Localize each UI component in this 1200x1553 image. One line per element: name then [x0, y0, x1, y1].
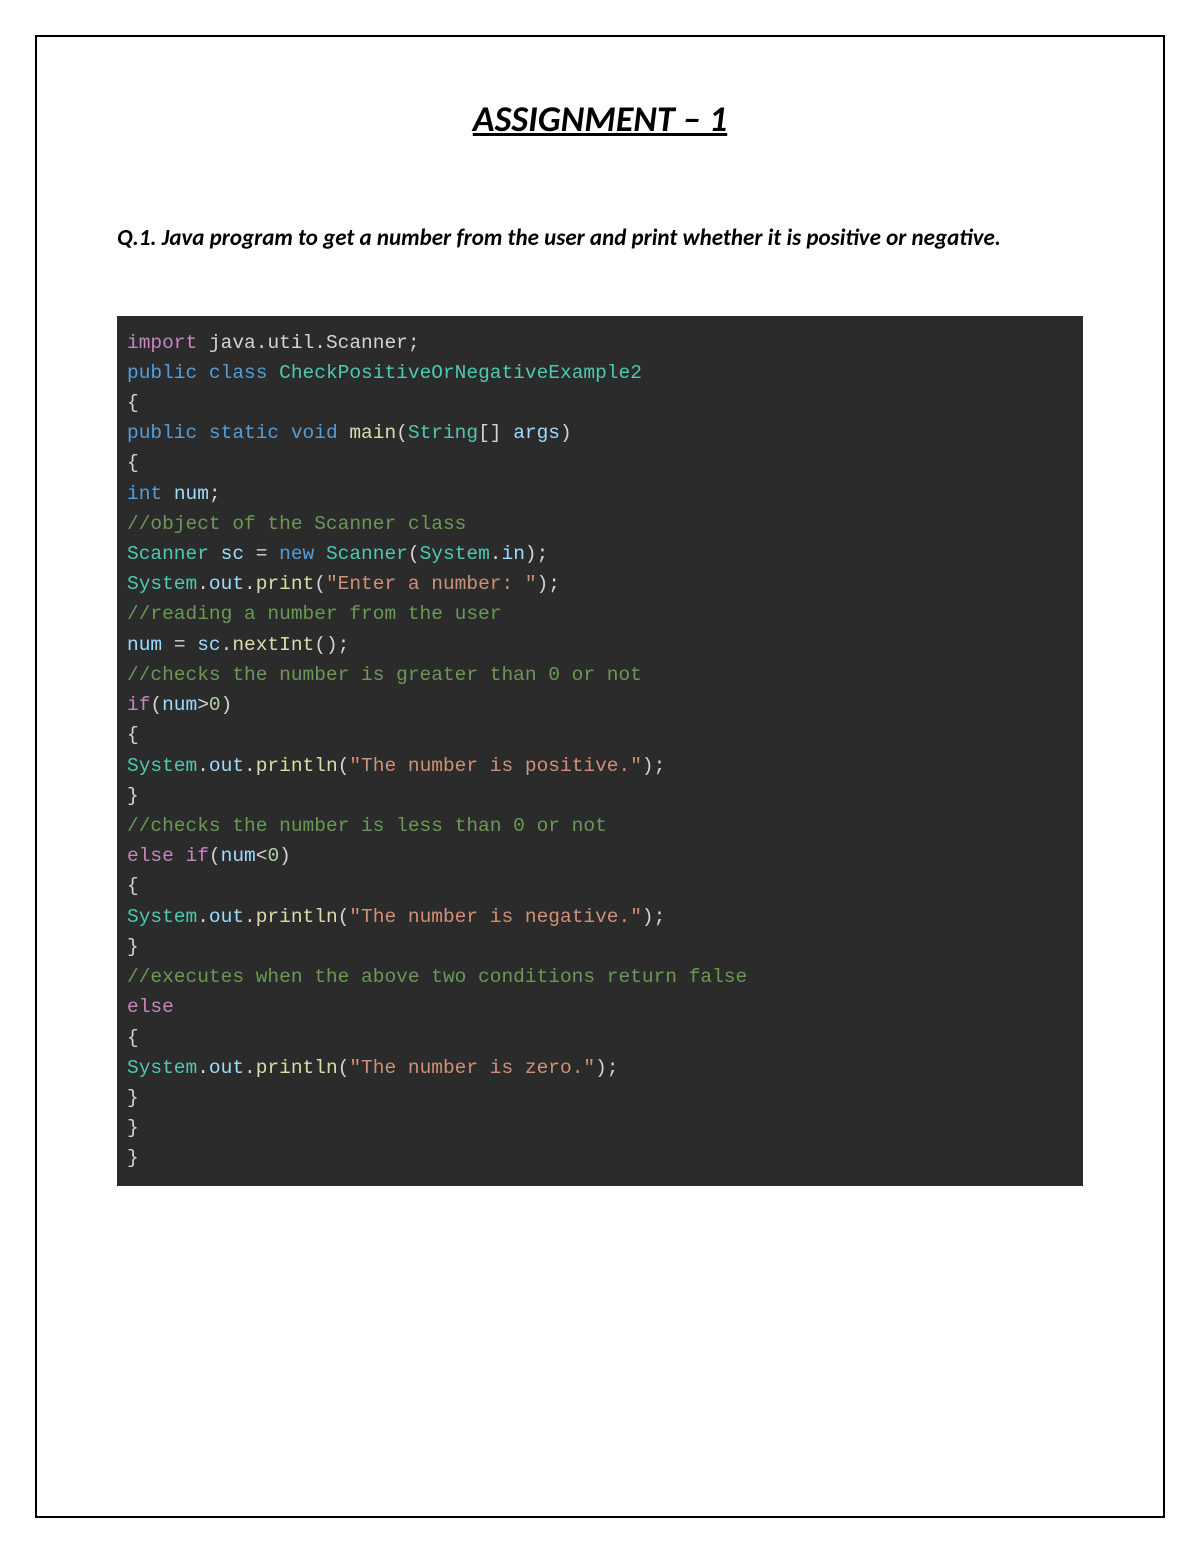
code-line-24: { — [127, 1027, 139, 1049]
code-line-9: System.out.print("Enter a number: "); — [127, 573, 560, 595]
assignment-title: ASSIGNMENT – 1 — [117, 97, 1083, 141]
code-block: import java.util.Scanner; public class C… — [117, 316, 1083, 1186]
code-line-26: } — [127, 1087, 139, 1109]
code-line-3: { — [127, 392, 139, 414]
code-line-28: } — [127, 1147, 139, 1169]
code-line-4: public static void main(String[] args) — [127, 422, 572, 444]
code-line-13: if(num>0) — [127, 694, 232, 716]
code-line-23: else — [127, 996, 174, 1018]
code-line-8: Scanner sc = new Scanner(System.in); — [127, 543, 548, 565]
code-line-18: else if(num<0) — [127, 845, 291, 867]
code-line-6: int num; — [127, 483, 221, 505]
code-line-5: { — [127, 452, 139, 474]
code-line-12: //checks the number is greater than 0 or… — [127, 664, 642, 686]
code-line-17: //checks the number is less than 0 or no… — [127, 815, 607, 837]
code-line-7: //object of the Scanner class — [127, 513, 466, 535]
code-line-11: num = sc.nextInt(); — [127, 634, 349, 656]
page-border: ASSIGNMENT – 1 Q.1. Java program to get … — [35, 35, 1165, 1518]
code-line-19: { — [127, 875, 139, 897]
code-line-16: } — [127, 785, 139, 807]
code-line-22: //executes when the above two conditions… — [127, 966, 747, 988]
code-line-2: public class CheckPositiveOrNegativeExam… — [127, 362, 642, 384]
code-line-21: } — [127, 936, 139, 958]
code-line-1: import java.util.Scanner; — [127, 332, 420, 354]
code-line-25: System.out.println("The number is zero."… — [127, 1057, 619, 1079]
code-line-20: System.out.println("The number is negati… — [127, 906, 665, 928]
code-line-15: System.out.println("The number is positi… — [127, 755, 665, 777]
code-line-10: //reading a number from the user — [127, 603, 501, 625]
document-page: ASSIGNMENT – 1 Q.1. Java program to get … — [0, 0, 1200, 1553]
code-line-14: { — [127, 724, 139, 746]
code-line-27: } — [127, 1117, 139, 1139]
question-text: Q.1. Java program to get a number from t… — [117, 221, 1083, 256]
